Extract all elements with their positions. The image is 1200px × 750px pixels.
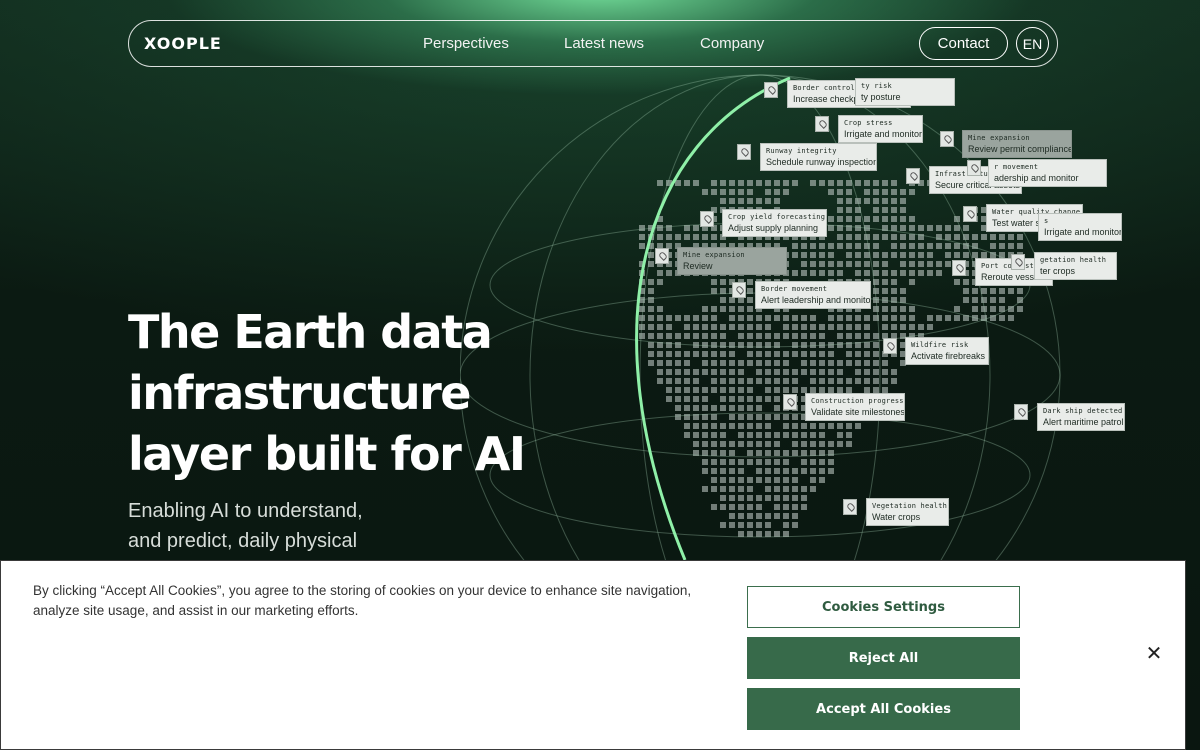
cookie-banner: By clicking “Accept All Cookies”, you ag… (0, 560, 1186, 750)
contact-button[interactable]: Contact (919, 27, 1008, 60)
location-pin-icon (967, 160, 981, 176)
nav-link-latest-news[interactable]: Latest news (564, 35, 644, 52)
location-pin-icon (940, 131, 954, 147)
globe-insight-tag: Vegetation health Water crops (866, 498, 949, 526)
tag-action: Water crops (872, 512, 921, 522)
tag-title: Vegetation health (872, 502, 948, 510)
globe-insight-tag: ty risk ty posture (855, 78, 955, 106)
tag-action: Review (683, 261, 713, 271)
location-pin-icon (1014, 404, 1028, 420)
cookie-consent-text: By clicking “Accept All Cookies”, you ag… (33, 583, 692, 618)
location-pin-icon (732, 282, 746, 298)
tag-action: Alert leadership and monitor (761, 295, 871, 305)
tag-title: Border movement (761, 285, 828, 293)
globe-insight-tag: Construction progress Validate site miles… (805, 393, 905, 421)
tag-action: Review permit compliance (968, 144, 1072, 154)
tag-title: Mine expansion (683, 251, 745, 259)
tag-title: Mine expansion (968, 134, 1030, 142)
top-navigation: XOOPLE Perspectives Latest news Company … (128, 20, 1058, 67)
tag-title: Runway integrity (766, 147, 837, 155)
nav-link-company[interactable]: Company (700, 35, 764, 52)
tag-action: Activate firebreaks (911, 351, 986, 361)
location-pin-icon (952, 260, 966, 276)
tag-title: r movement (994, 163, 1039, 171)
tag-title: Construction progress (811, 397, 904, 405)
tag-action: Irrigate and monitor (1044, 227, 1122, 237)
globe-insight-tag: Runway integrity Schedule runway inspecti… (760, 143, 877, 171)
accept-all-cookies-button[interactable]: Accept All Cookies (747, 688, 1020, 730)
globe-insight-tag: r movement adership and monitor (988, 159, 1107, 187)
tag-action: Irrigate and monitor (844, 129, 923, 139)
tag-action: Alert maritime patrol (1043, 417, 1124, 427)
globe-insight-tag: Border movement Alert leadership and moni… (755, 281, 871, 309)
globe-insight-tag: s Irrigate and monitor (1038, 213, 1122, 241)
globe-insight-tag: Mine expansion Review permit compliance (962, 130, 1072, 158)
tag-title: getation health (1040, 256, 1107, 264)
location-pin-icon (655, 248, 669, 264)
reject-all-button[interactable]: Reject All (747, 637, 1020, 679)
location-pin-icon (764, 82, 778, 98)
tag-action: ter crops (1040, 266, 1076, 276)
globe-insight-tag: Dark ship detected Alert maritime patrol (1037, 403, 1125, 431)
nav-link-perspectives[interactable]: Perspectives (423, 35, 509, 52)
tag-title: s (1044, 217, 1049, 225)
location-pin-icon (1011, 254, 1025, 270)
location-pin-icon (906, 168, 920, 184)
tag-action: adership and monitor (994, 173, 1079, 183)
globe-insight-tag: Mine expansion Review (677, 247, 787, 275)
tag-title: Crop stress (844, 119, 893, 127)
location-pin-icon (700, 211, 714, 227)
language-selector[interactable]: EN (1016, 27, 1049, 60)
cookies-settings-button[interactable]: Cookies Settings (747, 586, 1020, 628)
tag-title: Dark ship detected (1043, 407, 1123, 415)
globe-insight-tag: Wildfire risk Activate firebreaks (905, 337, 989, 365)
location-pin-icon (883, 338, 897, 354)
location-pin-icon (963, 206, 977, 222)
tag-action: ty posture (861, 92, 901, 102)
location-pin-icon (783, 394, 797, 410)
close-icon[interactable]: ✕ (1144, 641, 1164, 665)
globe-insight-tag: getation health ter crops (1034, 252, 1117, 280)
globe-insight-tag: Crop yield forecasting Adjust supply plan… (722, 209, 827, 237)
xoople-logo[interactable]: XOOPLE (144, 34, 222, 53)
tag-title: Wildfire risk (911, 341, 969, 349)
globe-insight-tag: Crop stress Irrigate and monitor (838, 115, 923, 143)
tag-action: Validate site milestones (811, 407, 905, 417)
hero-subtitle: Enabling AI to understand, and predict, … (128, 500, 363, 552)
location-pin-icon (737, 144, 751, 160)
location-pin-icon (843, 499, 857, 515)
tag-title: Crop yield forecasting (728, 213, 826, 221)
tag-title: ty risk (861, 82, 892, 90)
hero-title: The Earth data infrastructure layer buil… (128, 305, 526, 481)
location-pin-icon (815, 116, 829, 132)
tag-action: Schedule runway inspection (766, 157, 877, 167)
tag-action: Adjust supply planning (728, 223, 819, 233)
